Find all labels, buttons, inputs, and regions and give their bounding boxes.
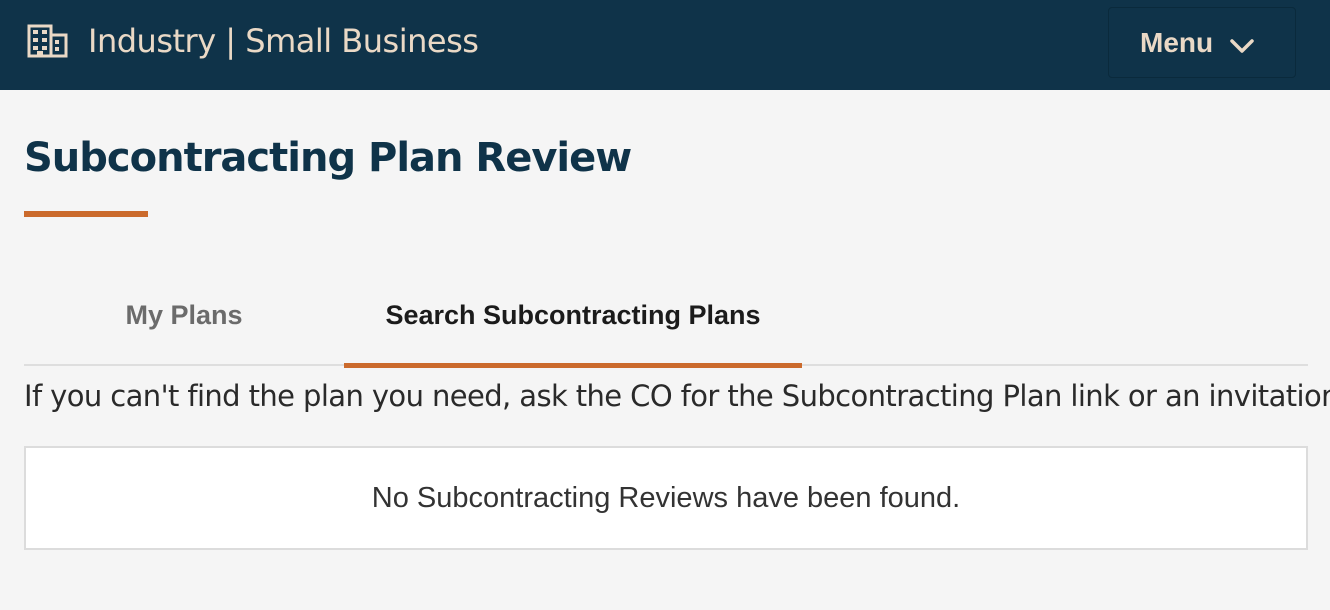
- chevron-down-icon: [1230, 38, 1254, 54]
- menu-button[interactable]: Menu: [1108, 7, 1296, 78]
- top-navigation-bar: Industry | Small Business Menu: [0, 0, 1330, 90]
- help-text: If you can't find the plan you need, ask…: [24, 379, 1330, 413]
- tab-my-plans[interactable]: My Plans: [24, 280, 344, 366]
- tab-search-subcontracting-plans[interactable]: Search Subcontracting Plans: [344, 280, 802, 368]
- title-accent-underline: [24, 211, 148, 217]
- site-title[interactable]: Industry | Small Business: [88, 21, 479, 61]
- menu-button-label: Menu: [1140, 27, 1214, 58]
- building-icon: [27, 22, 68, 58]
- empty-results-message: No Subcontracting Reviews have been foun…: [371, 482, 961, 514]
- page-title: Subcontracting Plan Review: [24, 135, 632, 181]
- tab-bar: My Plans Search Subcontracting Plans: [24, 280, 1308, 368]
- results-panel: No Subcontracting Reviews have been foun…: [24, 446, 1308, 550]
